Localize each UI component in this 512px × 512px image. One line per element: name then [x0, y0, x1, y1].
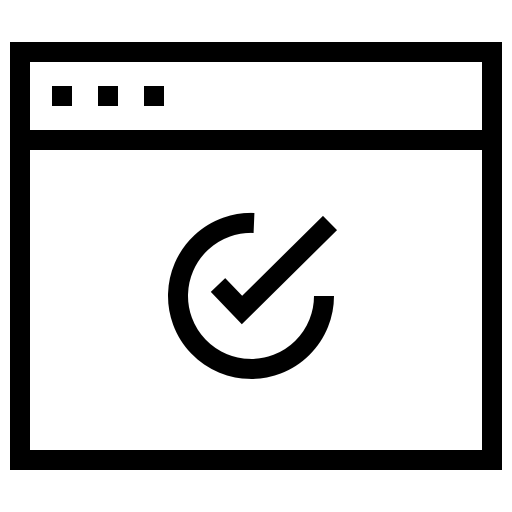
window-dot-icon — [52, 86, 72, 106]
checkmark-icon — [210, 215, 338, 325]
window-dot-icon — [144, 86, 164, 106]
browser-window-check-icon-graphic — [10, 42, 502, 470]
window-dot-icon — [98, 86, 118, 106]
browser-window-check-icon — [0, 0, 512, 512]
window-frame — [10, 42, 502, 470]
